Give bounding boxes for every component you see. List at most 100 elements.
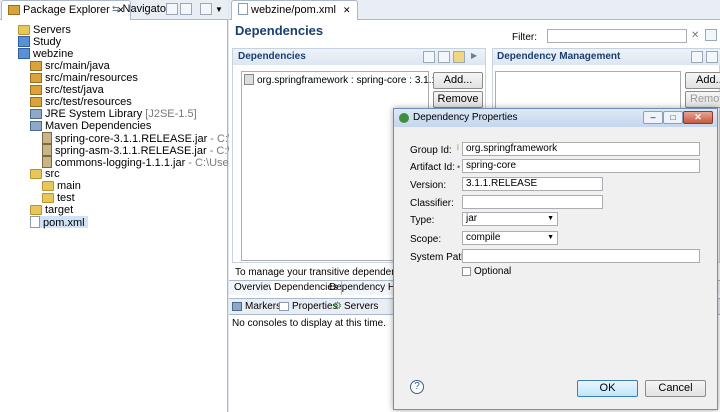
tree-item-label: JRE System Library [45,108,143,120]
tree-item-label: Servers [33,24,71,36]
tab-markers-label: Markers [245,301,282,312]
tree-item-maven-dependencies[interactable]: Maven Dependencies [30,120,151,132]
help-icon: ? [414,381,420,392]
dependencies-section-header: Dependencies ▶ [233,49,485,65]
artifact-id-label: Artifact Id: [410,162,456,173]
view-menu-icon[interactable] [200,3,212,16]
tree-item-src-test-resources[interactable]: src/test/resources [30,96,132,108]
chevron-down-icon: ▼ [547,234,554,241]
group-icon[interactable] [438,51,450,63]
ok-button[interactable]: OK [577,380,638,397]
tree-item-src-main-java[interactable]: src/main/java [30,60,110,72]
type-dropdown[interactable]: jar ▼ [462,212,558,226]
console-message: No consoles to display at this time. [232,318,386,329]
package-tree: Servers Study webzine src/main/java src/… [0,24,284,244]
tree-item-src[interactable]: src [30,168,60,180]
minimize-button[interactable]: – [643,111,663,124]
tree-item-label: main [57,180,81,192]
maximize-button[interactable]: □ [663,111,683,124]
add-dependency-button[interactable]: Add... [433,72,483,89]
dependency-properties-dialog: Dependency Properties – □ ✕ Group Id: i … [393,108,718,410]
required-marker-icon: • [457,162,461,172]
filter-label: Filter: [512,32,537,43]
clear-filter-icon[interactable]: ✕ [691,30,699,41]
xml-file-icon [238,3,248,15]
package-folder-icon [30,97,42,107]
tab-pom-xml-label: webzine/pom.xml [251,4,336,16]
columns-icon[interactable] [453,51,465,63]
tree-item-src-main-resources[interactable]: src/main/resources [30,72,138,84]
artifact-id-field[interactable]: spring-core [462,159,700,173]
tab-package-explorer-label: Package Explorer [23,4,110,16]
dialog-title-bar: Dependency Properties – □ ✕ [394,109,717,127]
file-icon [30,216,40,228]
tree-item-study[interactable]: Study [18,36,61,48]
tab-properties-label: Properties [292,301,338,312]
link-editor-icon[interactable] [180,3,192,16]
chevron-down-icon[interactable]: ▼ [215,5,223,14]
tree-item-target[interactable]: target [30,204,73,216]
tree-item-suffix: [J2SE-1.5] [145,108,197,120]
sort-icon[interactable] [423,51,435,63]
tree-item-main[interactable]: main [42,180,81,192]
dialog-close-button[interactable]: ✕ [683,111,713,124]
collapse-all-icon[interactable] [166,3,178,16]
folder-icon [42,193,54,203]
system-path-field[interactable] [462,249,700,263]
remove-dependency-button[interactable]: Remove [433,91,483,108]
tree-item-jre-system-library[interactable]: JRE System Library [J2SE-1.5] [30,108,197,120]
package-folder-icon [30,85,42,95]
group-icon[interactable] [706,51,718,63]
tab-servers[interactable]: ⚙ Servers [333,301,378,312]
dialog-title: Dependency Properties [413,112,518,123]
close-icon[interactable]: ✕ [343,5,351,15]
tree-item-src-test-java[interactable]: src/test/java [30,84,104,96]
tab-pom-xml[interactable]: webzine/pom.xml ✕ [231,0,358,20]
optional-checkbox[interactable] [462,267,471,276]
package-explorer-tab-strip: Package Explorer ✕ ⇆ Navigator ▼ [0,0,228,20]
tab-servers-label: Servers [343,301,379,312]
chevron-right-icon[interactable]: ▶ [471,51,477,60]
tree-item-test[interactable]: test [42,192,75,204]
filter-input[interactable] [547,29,687,43]
dependency-management-title: Dependency Management [497,51,621,62]
group-id-field[interactable]: org.springframework [462,142,700,156]
tab-markers[interactable]: Markers [232,301,281,312]
scope-dropdown-value: compile [466,232,501,243]
tree-item-label: webzine [33,48,74,60]
tree-item-webzine[interactable]: webzine [18,48,73,60]
close-icon: ✕ [694,112,702,122]
group-id-label: Group Id: [410,145,452,156]
classifier-field[interactable] [462,195,603,209]
filter-options-icon[interactable] [705,29,717,41]
tree-item-label: src/main/resources [45,72,138,84]
tree-item-label: target [45,204,74,216]
folder-icon [18,25,30,35]
help-button[interactable]: ? [410,380,424,394]
folder-icon [42,181,54,191]
tab-properties[interactable]: Properties [279,301,338,312]
folder-icon [30,169,42,179]
dependency-icon [244,74,254,85]
cancel-button[interactable]: Cancel [645,380,706,397]
tree-item-label: Maven Dependencies [45,120,152,132]
tree-item-pom-xml[interactable]: pom.xml [30,216,88,229]
scope-dropdown[interactable]: compile ▼ [462,231,558,245]
maven-icon [399,113,409,123]
folder-icon [30,205,42,215]
editor-title: Dependencies [235,23,324,38]
tree-item-label: src/test/resources [45,96,132,108]
sort-icon[interactable] [691,51,703,63]
editor-tab-strip: webzine/pom.xml ✕ [229,0,720,20]
mgmt-add-button[interactable]: Add... [685,72,720,89]
jar-icon [42,144,52,156]
jar-icon [42,156,52,168]
version-field[interactable]: 3.1.1.RELEASE [462,177,603,191]
minimize-icon: – [650,112,656,122]
servers-icon: ⚙ [333,301,342,312]
scope-label: Scope: [410,234,442,245]
mgmt-remove-button[interactable]: Remov [685,91,720,108]
tree-item-servers[interactable]: Servers [18,24,71,36]
package-explorer-icon [8,5,20,15]
type-label: Type: [410,215,435,226]
